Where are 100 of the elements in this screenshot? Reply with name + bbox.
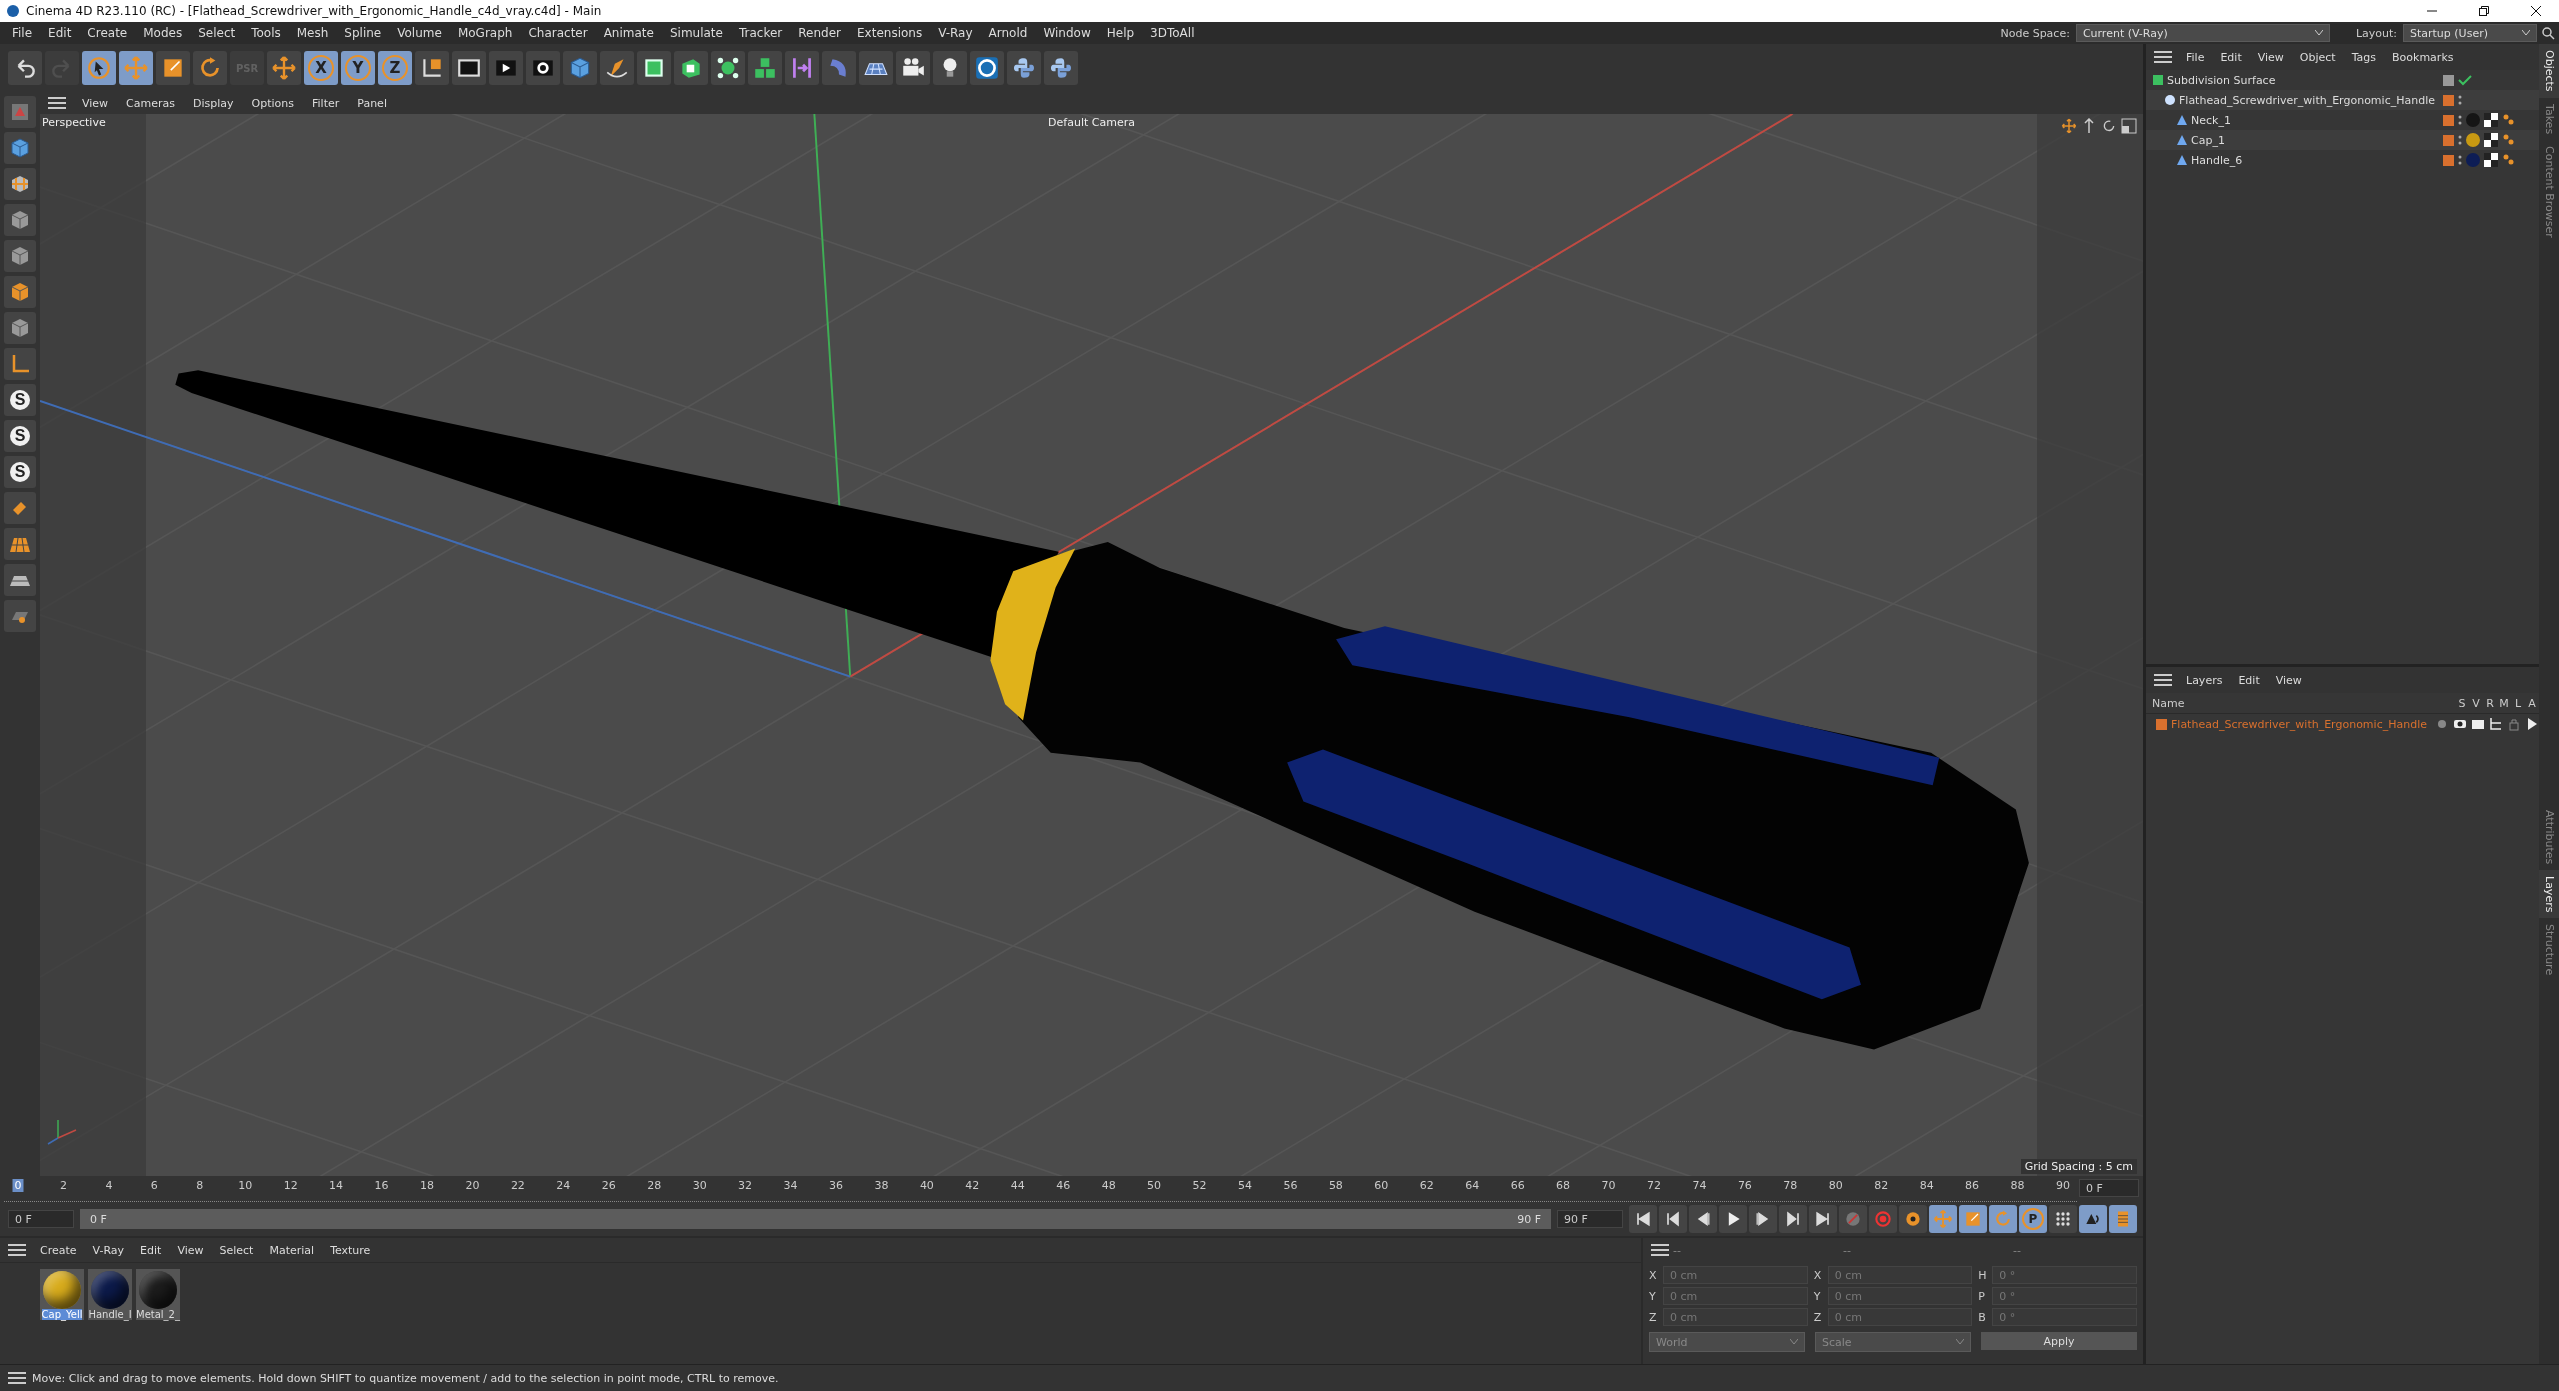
workplane-mode-button[interactable] xyxy=(4,564,36,596)
film-tool-button[interactable] xyxy=(2109,1205,2137,1233)
vertex-tag-icon[interactable] xyxy=(2502,154,2514,166)
layer-menu-item[interactable]: Edit xyxy=(2230,673,2268,687)
menu-item[interactable]: MoGraph xyxy=(449,26,521,40)
current-frame-field[interactable]: 0 F xyxy=(2079,1179,2139,1197)
pan-icon[interactable] xyxy=(2061,118,2077,134)
menu-item[interactable]: Window xyxy=(1035,26,1099,40)
play-icon[interactable] xyxy=(2525,717,2539,731)
axis-tool-button[interactable]: Z xyxy=(378,51,412,85)
viewport-menu-item[interactable]: Filter xyxy=(304,96,348,110)
object-name[interactable]: Handle_6 xyxy=(2191,153,2243,167)
material-menu-item[interactable]: Texture xyxy=(322,1243,379,1257)
maximize-view-icon[interactable] xyxy=(2121,118,2137,134)
camera-tool-button[interactable] xyxy=(896,51,930,85)
floor-tool-button[interactable] xyxy=(859,51,893,85)
menu-item[interactable]: Tools xyxy=(243,26,289,40)
menu-item[interactable]: Extensions xyxy=(849,26,931,40)
menu-item[interactable]: Tracker xyxy=(730,26,791,40)
side-tab[interactable]: Content Browser xyxy=(2539,139,2559,244)
menu-item[interactable]: Edit xyxy=(40,26,80,40)
side-tab[interactable]: Objects xyxy=(2539,44,2559,98)
side-tab[interactable]: Structure xyxy=(2539,918,2559,982)
eye-icon[interactable] xyxy=(2453,717,2467,731)
object-mode-button[interactable] xyxy=(4,312,36,344)
cube-tool-button[interactable] xyxy=(563,51,597,85)
render-view-tool-button[interactable] xyxy=(489,51,523,85)
render-settings-tool-button[interactable] xyxy=(526,51,560,85)
material-menu-item[interactable]: Select xyxy=(211,1243,262,1257)
param-tool-button[interactable]: P xyxy=(2019,1205,2047,1233)
coordinate-field[interactable]: 0 ° xyxy=(1992,1287,2137,1305)
uvw-tag-icon[interactable] xyxy=(2484,133,2498,147)
viewport-menu-item[interactable]: Cameras xyxy=(118,96,183,110)
side-tab[interactable]: Layers xyxy=(2539,869,2559,919)
light-tool-button[interactable] xyxy=(933,51,967,85)
restore-icon[interactable] xyxy=(2479,6,2489,16)
play-tool-button[interactable] xyxy=(1719,1205,1747,1233)
uvw-tag-icon[interactable] xyxy=(2484,153,2498,167)
first-tool-button[interactable] xyxy=(1629,1205,1657,1233)
scale-tool-button[interactable] xyxy=(156,51,190,85)
apply-button[interactable]: Apply xyxy=(1981,1332,2137,1350)
coordinate-field[interactable]: 0 cm xyxy=(1663,1287,1808,1305)
hierarchy-icon[interactable] xyxy=(2489,717,2503,731)
cloner-tool-button[interactable] xyxy=(748,51,782,85)
material-swatch[interactable]: Metal_2_ xyxy=(136,1269,180,1320)
subdivide-tool-button[interactable] xyxy=(637,51,671,85)
menu-item[interactable]: Create xyxy=(79,26,136,40)
node-space-dropdown[interactable]: Current (V-Ray) xyxy=(2075,24,2330,42)
deformer-tool-button[interactable] xyxy=(785,51,819,85)
checkmark-icon[interactable] xyxy=(2458,74,2472,86)
visibility-dots-icon[interactable] xyxy=(2458,134,2462,146)
object-name[interactable]: Subdivision Surface xyxy=(2167,73,2276,87)
edit-toggle-icon[interactable] xyxy=(2443,74,2454,86)
frame-range-bar[interactable]: 0 F 90 F xyxy=(80,1209,1551,1229)
object-menu-item[interactable]: View xyxy=(2249,50,2292,64)
start-frame-field[interactable]: 0 F xyxy=(8,1210,74,1228)
points-mode-button[interactable] xyxy=(4,204,36,236)
material-menu-item[interactable]: V-Ray xyxy=(84,1243,133,1257)
magnet-mode-button[interactable] xyxy=(4,492,36,524)
menu-item[interactable]: V-Ray xyxy=(930,26,981,40)
axis-move-tool-button[interactable] xyxy=(267,51,301,85)
object-menu-item[interactable]: Bookmarks xyxy=(2384,50,2462,64)
search-icon[interactable] xyxy=(2541,26,2555,40)
material-menu-item[interactable]: Create xyxy=(32,1243,85,1257)
layer-menu-item[interactable]: Layers xyxy=(2178,673,2231,687)
menu-item[interactable]: Render xyxy=(790,26,849,40)
orbit-icon[interactable] xyxy=(2101,118,2117,134)
layout-dropdown[interactable]: Startup (User) xyxy=(2403,24,2537,42)
python-tool-button[interactable] xyxy=(1007,51,1041,85)
last-tool-button[interactable] xyxy=(1809,1205,1837,1233)
vertex-tag-icon[interactable] xyxy=(2502,134,2514,146)
visibility-dots-icon[interactable] xyxy=(2458,154,2462,166)
menu-icon[interactable] xyxy=(8,1243,26,1257)
prev-key-tool-button[interactable] xyxy=(1659,1205,1687,1233)
extrude-tool-button[interactable] xyxy=(674,51,708,85)
coordinate-field[interactable]: 0 ° xyxy=(1992,1266,2137,1284)
coords-tool-button[interactable] xyxy=(415,51,449,85)
cube-mode-button[interactable] xyxy=(4,132,36,164)
uvw-tag-icon[interactable] xyxy=(2484,113,2498,127)
coordinate-field[interactable]: 0 cm xyxy=(1827,1287,1973,1305)
axis-tool-button[interactable]: Y xyxy=(341,51,375,85)
array-tool-button[interactable] xyxy=(711,51,745,85)
viewport-menu-item[interactable]: View xyxy=(74,96,117,110)
grid-mode-button[interactable] xyxy=(4,528,36,560)
side-tab[interactable]: Takes xyxy=(2539,97,2559,140)
menu-icon[interactable] xyxy=(1651,1243,1669,1257)
material-menu-item[interactable]: Material xyxy=(261,1243,323,1257)
viewport-menu-item[interactable]: Options xyxy=(243,96,302,110)
object-menu-item[interactable]: File xyxy=(2178,50,2213,64)
rotate-tool-button[interactable] xyxy=(193,51,227,85)
axis-corner-mode-button[interactable] xyxy=(4,348,36,380)
prev-frame-tool-button[interactable] xyxy=(1689,1205,1717,1233)
close-icon[interactable] xyxy=(2531,6,2541,16)
next-key-tool-button[interactable] xyxy=(1779,1205,1807,1233)
render-region-tool-button[interactable] xyxy=(452,51,486,85)
menu-item[interactable]: Animate xyxy=(595,26,662,40)
side-tab[interactable]: Attributes xyxy=(2539,803,2559,870)
polygons-mode-button[interactable] xyxy=(4,276,36,308)
select-tool-button[interactable] xyxy=(82,51,116,85)
object-menu-item[interactable]: Object xyxy=(2291,50,2344,64)
